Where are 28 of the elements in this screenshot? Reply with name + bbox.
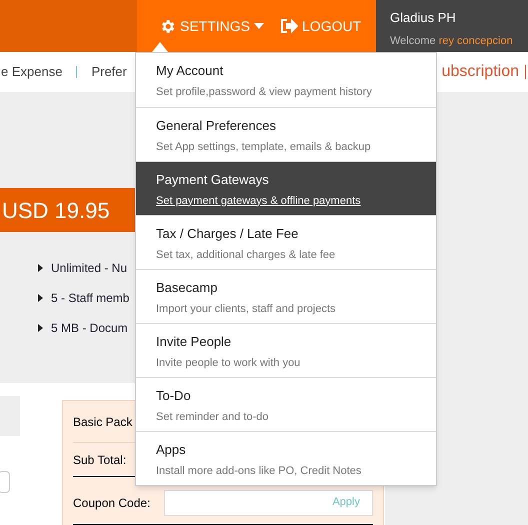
menu-item[interactable]: Tax / Charges / Late Fee Set tax, additional charges & late fee — [136, 215, 436, 269]
company-name: Gladius PH — [390, 9, 457, 27]
feature-text: 5 - Staff memb — [51, 290, 130, 307]
bullet-icon — [38, 324, 43, 332]
menu-item[interactable]: My Account Set profile,password & view payment history — [136, 53, 436, 107]
summary-label: Basic Pack — [73, 414, 132, 430]
coupon-label: Coupon Code: — [73, 494, 150, 512]
menu-item[interactable]: Apps Install more add-ons like PO, Credit Notes — [136, 431, 436, 485]
user-name[interactable]: rey concepcion — [438, 34, 513, 46]
feature-text: Unlimited - Nu — [51, 260, 128, 277]
menu-item[interactable]: General Preferences Set App settings, template, emails & backup — [136, 107, 436, 161]
nav-link[interactable]: e Expense — [1, 62, 62, 82]
select-field[interactable] — [0, 471, 10, 493]
welcome-text: Welcome — [390, 34, 436, 46]
bullet-icon — [38, 294, 43, 302]
nav-link[interactable]: Prefer — [91, 62, 127, 82]
menu-item[interactable]: To-Do Set reminder and to-do — [136, 377, 436, 431]
bullet-icon — [38, 264, 43, 272]
subscription-link[interactable]: ubscription — [442, 60, 519, 84]
settings-icon — [159, 18, 176, 34]
logout-icon — [280, 18, 298, 34]
menu-item[interactable]: Payment Gateways Set payment gateways & offline payments — [136, 161, 436, 215]
price-banner: USD 19.95 — [0, 188, 137, 232]
feature-text: 5 MB - Docum — [51, 320, 128, 337]
menu-item[interactable]: Basecamp Import your clients, staff and projects — [136, 269, 436, 323]
summary-label: Sub Total: — [73, 452, 126, 468]
caret-icon — [254, 23, 264, 29]
menu-item[interactable]: Invite People Invite people to work with you — [136, 323, 436, 377]
